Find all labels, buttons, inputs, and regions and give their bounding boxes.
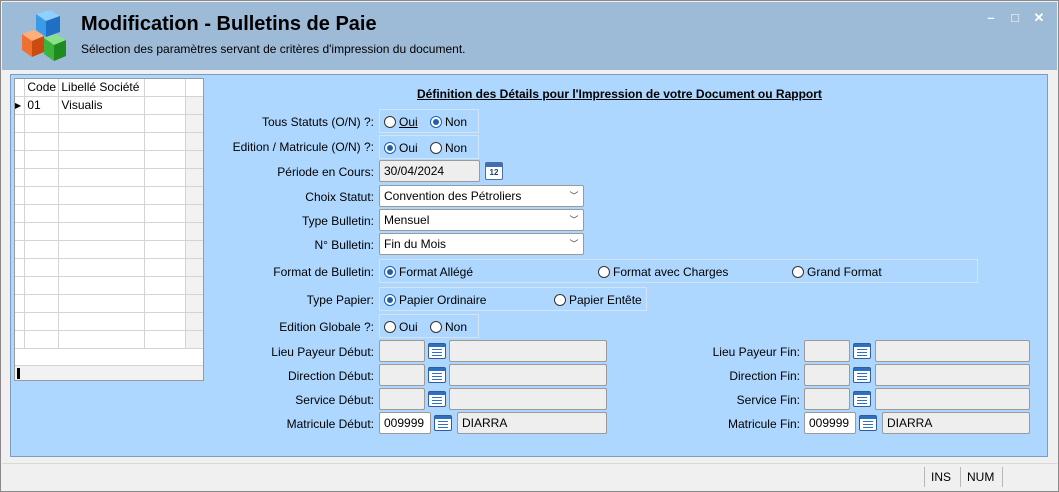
service-fin-label: Service Fin:: [736, 393, 800, 407]
lieu-payeur-debut-label: Lieu Payeur Début:: [271, 345, 374, 359]
status-empty-pane: [1002, 467, 1054, 487]
lieu-payeur-debut-libelle[interactable]: [449, 340, 607, 362]
column-header-libelle[interactable]: Libellé Société: [58, 79, 146, 97]
calendar-button[interactable]: 12: [483, 160, 505, 182]
matricule-debut-picker[interactable]: [432, 412, 454, 434]
periode-input[interactable]: 30/04/2024: [379, 160, 480, 182]
service-fin-picker[interactable]: [851, 388, 873, 410]
type-papier-label: Type Papier:: [306, 293, 374, 307]
edition-matricule-non-radio[interactable]: Non: [430, 141, 467, 155]
num-bulletin-select[interactable]: Fin du Mois ﹀: [379, 233, 584, 255]
tous-statuts-non-radio[interactable]: Non: [430, 115, 467, 129]
main-panel: Code Libellé Société ▶ 01 Visualis Défin…: [10, 74, 1048, 457]
service-debut-code[interactable]: [379, 388, 425, 410]
choix-statut-select[interactable]: Convention des Pétroliers ﹀: [379, 185, 584, 207]
window-subtitle: Sélection des paramètres servant de crit…: [81, 42, 466, 56]
edition-matricule-group: Oui Non: [379, 135, 479, 159]
lieu-payeur-fin-libelle[interactable]: [875, 340, 1030, 362]
company-grid[interactable]: Code Libellé Société ▶ 01 Visualis: [14, 78, 204, 381]
app-logo-cubes-icon: [22, 10, 66, 61]
list-picker-icon: [853, 391, 871, 407]
lieu-payeur-fin-code[interactable]: [804, 340, 850, 362]
matricule-fin-code[interactable]: 009999: [804, 412, 856, 434]
table-row[interactable]: ▶ 01 Visualis: [15, 96, 203, 115]
periode-label: Période en Cours:: [277, 165, 374, 179]
direction-fin-picker[interactable]: [851, 364, 873, 386]
tous-statuts-oui-radio[interactable]: Oui: [384, 115, 418, 129]
grid-footer: [15, 365, 203, 380]
lieu-payeur-debut-code[interactable]: [379, 340, 425, 362]
row-pointer-icon: ▶: [15, 96, 26, 115]
list-picker-icon: [434, 415, 452, 431]
list-picker-icon: [428, 367, 446, 383]
type-bulletin-select[interactable]: Mensuel ﹀: [379, 209, 584, 231]
edition-matricule-oui-radio[interactable]: Oui: [384, 141, 418, 155]
dropdown-arrow-icon: ﹀: [569, 215, 579, 225]
service-fin-code[interactable]: [804, 388, 850, 410]
status-ins: INS: [924, 467, 957, 487]
calendar-icon: 12: [485, 162, 503, 180]
matricule-debut-code[interactable]: 009999: [379, 412, 431, 434]
edition-globale-group: Oui Non: [379, 314, 479, 338]
service-debut-picker[interactable]: [426, 388, 448, 410]
cell-libelle[interactable]: Visualis: [58, 96, 146, 115]
matricule-fin-picker[interactable]: [857, 412, 879, 434]
choix-statut-label: Choix Statut:: [305, 190, 374, 204]
lieu-payeur-fin-label: Lieu Payeur Fin:: [712, 345, 800, 359]
direction-debut-libelle[interactable]: [449, 364, 607, 386]
list-picker-icon: [428, 391, 446, 407]
lieu-payeur-fin-picker[interactable]: [851, 340, 873, 362]
dropdown-arrow-icon: ﹀: [569, 191, 579, 201]
matricule-fin-libelle[interactable]: DIARRA: [882, 412, 1030, 434]
status-num: NUM: [960, 467, 1000, 487]
edition-globale-oui-radio[interactable]: Oui: [384, 320, 418, 334]
grid-header: Code Libellé Société: [15, 79, 203, 97]
lieu-payeur-debut-picker[interactable]: [426, 340, 448, 362]
type-bulletin-label: Type Bulletin:: [301, 214, 374, 228]
num-bulletin-label: N° Bulletin:: [314, 238, 375, 252]
maximize-button[interactable]: □: [1006, 10, 1024, 25]
service-debut-libelle[interactable]: [449, 388, 607, 410]
service-fin-libelle[interactable]: [875, 388, 1030, 410]
main-window: Modification - Bulletins de Paie Sélecti…: [0, 0, 1059, 492]
direction-fin-code[interactable]: [804, 364, 850, 386]
window-header: Modification - Bulletins de Paie Sélecti…: [2, 2, 1057, 70]
close-button[interactable]: ✕: [1030, 10, 1048, 26]
edition-globale-non-radio[interactable]: Non: [430, 320, 467, 334]
tous-statuts-label: Tous Statuts (O/N) ?:: [261, 115, 374, 129]
list-picker-icon: [428, 343, 446, 359]
minimize-button[interactable]: –: [982, 10, 1000, 25]
direction-fin-label: Direction Fin:: [729, 369, 800, 383]
list-picker-icon: [853, 343, 871, 359]
papier-ordinaire-radio[interactable]: Papier Ordinaire: [384, 293, 486, 307]
dropdown-arrow-icon: ﹀: [569, 239, 579, 249]
list-picker-icon: [859, 415, 877, 431]
tous-statuts-group: Oui Non: [379, 109, 479, 133]
direction-fin-libelle[interactable]: [875, 364, 1030, 386]
format-charges-radio[interactable]: Format avec Charges: [598, 265, 728, 279]
format-bulletin-group: Format Allégé Format avec Charges Grand …: [379, 259, 978, 283]
status-bar: INS NUM: [2, 463, 1057, 489]
format-allege-radio[interactable]: Format Allégé: [384, 265, 473, 279]
direction-debut-code[interactable]: [379, 364, 425, 386]
section-title: Définition des Détails pour l'Impression…: [417, 87, 822, 101]
matricule-debut-label: Matricule Début:: [286, 417, 374, 431]
window-title: Modification - Bulletins de Paie: [81, 13, 377, 35]
edition-globale-label: Edition Globale ?:: [279, 320, 374, 334]
matricule-debut-libelle[interactable]: DIARRA: [457, 412, 607, 434]
direction-debut-picker[interactable]: [426, 364, 448, 386]
format-bulletin-label: Format de Bulletin:: [273, 265, 374, 279]
edition-matricule-label: Edition / Matricule (O/N) ?:: [232, 140, 374, 154]
column-header-code[interactable]: Code: [24, 79, 60, 97]
type-papier-group: Papier Ordinaire Papier Entête: [379, 287, 647, 311]
direction-debut-label: Direction Début:: [287, 369, 374, 383]
papier-entete-radio[interactable]: Papier Entête: [554, 293, 642, 307]
service-debut-label: Service Début:: [295, 393, 374, 407]
list-picker-icon: [853, 367, 871, 383]
matricule-fin-label: Matricule Fin:: [727, 417, 800, 431]
grand-format-radio[interactable]: Grand Format: [792, 265, 882, 279]
cell-code[interactable]: 01: [24, 96, 60, 115]
